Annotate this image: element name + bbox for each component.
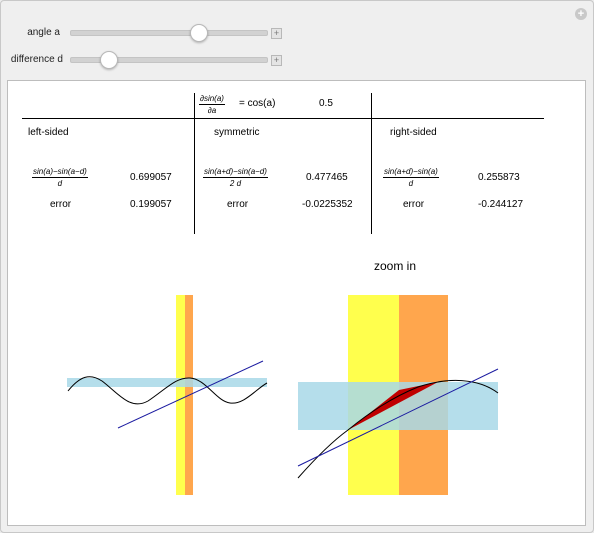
overview-blue-band	[67, 378, 267, 387]
overview-plot	[67, 295, 268, 495]
angle-slider-thumb[interactable]	[190, 24, 208, 42]
options-plus-icon[interactable]: +	[575, 8, 587, 20]
angle-slider-track[interactable]	[70, 30, 268, 36]
plot-canvas	[67, 295, 499, 495]
difference-slider-thumb[interactable]	[100, 51, 118, 69]
angle-expand-icon[interactable]: +	[271, 28, 282, 39]
angle-label: angle a	[27, 27, 60, 38]
difference-label: difference d	[10, 54, 63, 65]
output-panel: ∂sin(a) ∂a = cos(a) 0.5 left-sided symme…	[7, 80, 586, 526]
difference-expand-icon[interactable]: +	[271, 55, 282, 66]
overview-yellow-band	[176, 295, 185, 495]
zoom-plot	[297, 295, 499, 495]
zoom-blue-band	[298, 382, 498, 430]
